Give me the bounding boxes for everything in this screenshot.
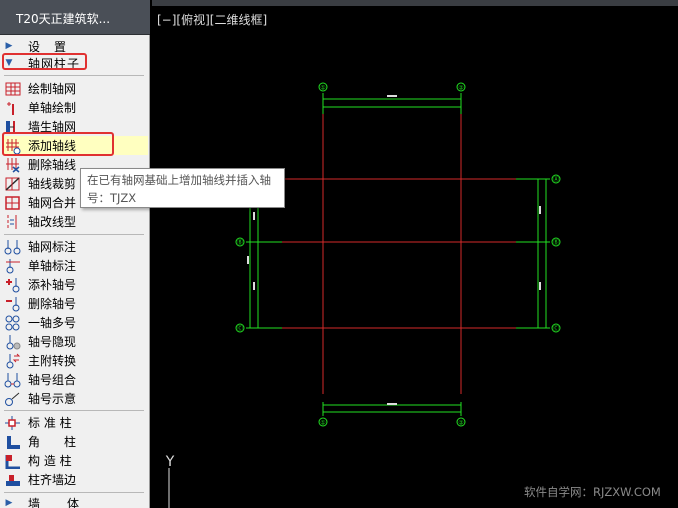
palette-item-toggle-number[interactable]: 轴号隐现 [2,332,148,351]
palette-item-grid[interactable]: 绘制轴网 [2,79,148,98]
toggle-number-icon [4,334,22,350]
palette-item-number-hint[interactable]: 轴号示意 [2,389,148,408]
palette-item-label: 构 造 柱 [28,454,72,468]
delete-axis-icon [4,157,22,173]
palette-item-corner-column[interactable]: 角 柱 [2,432,148,451]
dimension-text [539,282,541,290]
tool-palette: T20天正建筑软... ▶ 设 置 ▼ 轴网柱子 绘制轴网 单轴绘制 墙生轴网 添加轴… [0,0,150,508]
palette-item-linetype[interactable]: 轴改线型 [2,212,148,231]
structural-column-icon [4,453,22,469]
palette-title: T20天正建筑软... [0,0,150,35]
grid-dimension-icon [4,239,22,255]
palette-item-label: 轴网标注 [28,240,77,254]
watermark: 软件自学网：RJZXW.COM [524,485,661,499]
merge-grid-icon [4,195,22,211]
drawing-canvas[interactable]: ① ② ① ② Ⓑ Ⓒ Ⓐ Ⓑ Ⓒ Y [152,6,678,508]
palette-item-label: 轴改线型 [28,215,77,229]
divider [4,492,144,493]
divider [4,234,144,235]
palette-item-single-dimension[interactable]: 单轴标注 [2,256,148,275]
tooltip-line-2: 号：TJZX [87,191,137,205]
annotation-outline [2,53,87,70]
axis-bubble-right-label: Ⓑ [553,239,559,247]
dimension-text [253,282,255,290]
dimension-text [247,256,249,264]
palette-item-label: 删除轴号 [28,297,77,311]
single-dimension-icon [4,258,22,274]
axis-bubble-left-label: Ⓑ [237,239,243,247]
palette-item-label: 柱齐墙边 [28,473,77,487]
single-axis-icon [4,100,22,116]
annotation-outline [2,132,114,156]
axis-bubble-top-label: ② [458,85,464,92]
dimension-text [387,95,397,97]
linetype-icon [4,214,22,230]
palette-item-label: 轴号组合 [28,373,77,387]
align-column-icon [4,472,22,488]
palette-item-label: 添补轴号 [28,278,77,292]
corner-column-icon [4,434,22,450]
palette-item-align-column[interactable]: 柱齐墙边 [2,470,148,489]
palette-item-label: 一轴多号 [28,316,77,330]
axis-bubble-top-label: ① [320,85,325,92]
grid-icon [4,81,22,97]
palette-item-label: 角 柱 [28,435,77,449]
palette-item-combine-number[interactable]: 轴号组合 [2,370,148,389]
dimension-text [539,206,541,214]
divider [4,75,144,76]
convert-icon [4,353,22,369]
axis-bubble-left-label: Ⓒ [237,325,243,333]
palette-item-grid-dimension[interactable]: 轴网标注 [2,237,148,256]
axis-bubble-right-label: Ⓐ [553,176,559,184]
group-wall[interactable]: ▶ 墙 体 [0,494,148,508]
palette-item-convert[interactable]: 主附转换 [2,351,148,370]
multi-number-icon [4,315,22,331]
palette-item-multi-number[interactable]: 一轴多号 [2,313,148,332]
palette-item-add-number[interactable]: 添补轴号 [2,275,148,294]
palette-item-delete-number[interactable]: 删除轴号 [2,294,148,313]
palette-item-standard-column[interactable]: 标 准 柱 [2,413,148,432]
palette-item-label: 单轴绘制 [28,101,77,115]
palette-item-label: 轴号示意 [28,392,77,406]
palette-item-label: 单轴标注 [28,259,77,273]
dimension-text [253,212,255,220]
group-wall-label: 墙 体 [28,496,81,508]
palette-item-label: 轴网合并 [28,196,77,210]
trim-axis-icon [4,176,22,192]
palette-item-structural-column[interactable]: 构 造 柱 [2,451,148,470]
standard-column-icon [4,415,22,431]
delete-number-icon [4,296,22,312]
axis-bubble-bottom-label: ① [320,420,325,427]
ucs-y-label: Y [165,454,175,470]
add-number-icon [4,277,22,293]
palette-item-label: 主附转换 [28,354,77,368]
group-settings-label: 设 置 [28,39,68,54]
palette-item-label: 标 准 柱 [28,416,72,430]
combine-number-icon [4,372,22,388]
palette-item-label: 轴号隐现 [28,335,77,349]
number-hint-icon [4,391,22,407]
dimension-text [387,403,397,405]
palette-item-single-axis[interactable]: 单轴绘制 [2,98,148,117]
command-tooltip: 在已有轴网基础上增加轴线并插入轴 号：TJZX [80,168,285,208]
palette-item-label: 轴线裁剪 [28,177,77,191]
palette-item-label: 绘制轴网 [28,82,77,96]
expand-arrow-icon: ▶ [5,41,13,51]
divider [4,410,144,411]
expand-arrow-icon: ▶ [5,498,13,508]
viewport-controls[interactable]: [−][俯视][二维线框] [157,11,267,28]
axis-bubble-bottom-label: ② [458,420,464,427]
tooltip-line-1: 在已有轴网基础上增加轴线并插入轴 [87,173,271,187]
palette-item-label: 删除轴线 [28,158,77,172]
axis-bubble-right-label: Ⓒ [553,325,559,333]
